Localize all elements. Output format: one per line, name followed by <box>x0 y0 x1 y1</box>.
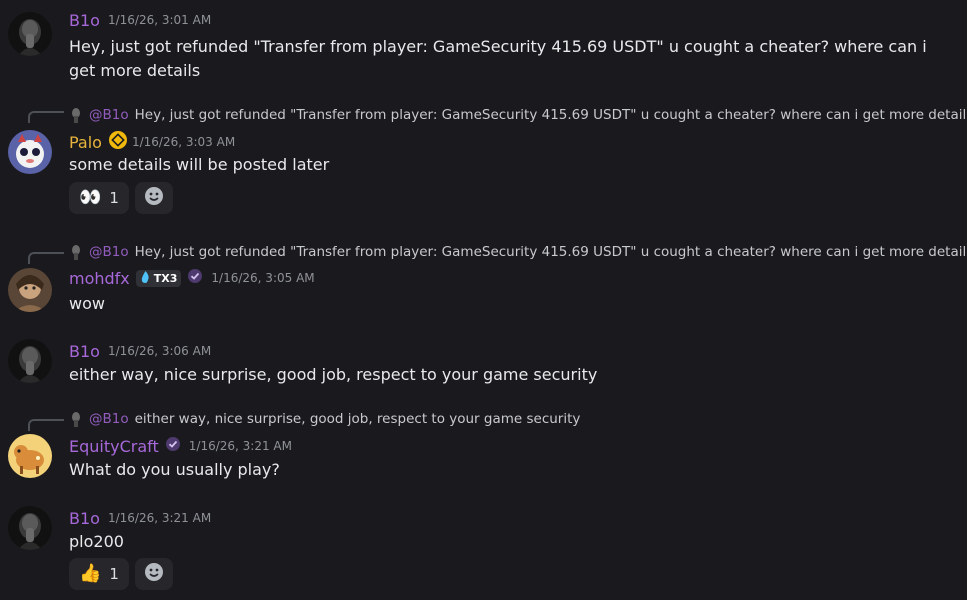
message-text: plo200 <box>69 532 124 551</box>
timestamp: 1/16/26, 3:21 AM <box>107 511 212 525</box>
message-text: wow <box>69 294 105 313</box>
reply-preview[interactable]: @B1o Hey, just got refunded "Transfer fr… <box>69 105 967 125</box>
username[interactable]: Palo <box>69 133 102 152</box>
add-reaction-button[interactable] <box>134 558 173 590</box>
avatar-equitycraft[interactable] <box>8 434 52 478</box>
eyes-icon: 👀 <box>79 187 102 208</box>
avatar-b1o[interactable] <box>8 12 52 56</box>
smiley-icon <box>144 186 164 210</box>
avatar-b1o[interactable] <box>8 339 52 383</box>
username[interactable]: B1o <box>69 11 100 30</box>
reply-connector <box>28 111 64 123</box>
username[interactable]: B1o <box>69 509 100 528</box>
message-text: some details will be posted later <box>69 155 330 174</box>
reply-avatar-icon <box>69 244 83 260</box>
thumbs-up-icon: 👍 <box>79 563 102 584</box>
reply-avatar-icon <box>69 107 83 123</box>
timestamp: 1/16/26, 3:01 AM <box>107 13 212 27</box>
timestamp: 1/16/26, 3:21 AM <box>188 439 292 453</box>
message-header: B1o 1/16/26, 3:06 AM <box>69 339 211 363</box>
chat-message-list: B1o 1/16/26, 3:01 AM Hey, just got refun… <box>0 0 967 600</box>
message-text: Hey, just got refunded "Transfer from pl… <box>69 37 927 80</box>
server-tag[interactable]: TX3 <box>135 269 182 287</box>
avatar-palo[interactable] <box>8 130 52 174</box>
reply-connector <box>28 252 64 264</box>
reaction-thumbs-up[interactable]: 👍 1 <box>69 558 129 590</box>
timestamp: 1/16/26, 3:05 AM <box>211 271 315 285</box>
message-text: What do you usually play? <box>69 460 280 479</box>
reaction-row: 👀 1 <box>69 182 173 214</box>
message-header: Palo 1/16/26, 3:03 AM <box>69 130 235 154</box>
reaction-eyes[interactable]: 👀 1 <box>69 182 129 214</box>
message-header: mohdfx TX3 1/16/26, 3:05 AM <box>69 266 315 290</box>
reply-text: either way, nice surprise, good job, res… <box>134 411 581 427</box>
avatar-b1o[interactable] <box>8 506 52 550</box>
add-reaction-button[interactable] <box>134 182 173 214</box>
server-tag-label: TX3 <box>153 271 178 285</box>
reaction-row: 👍 1 <box>69 558 173 590</box>
flame-icon <box>140 270 151 286</box>
verified-check-icon <box>165 436 181 456</box>
reply-preview[interactable]: @B1o either way, nice surprise, good job… <box>69 409 580 429</box>
avatar-mohdfx[interactable] <box>8 268 52 312</box>
reply-text: Hey, just got refunded "Transfer from pl… <box>134 107 967 123</box>
reply-preview[interactable]: @B1o Hey, just got refunded "Transfer fr… <box>69 242 967 262</box>
timestamp: 1/16/26, 3:06 AM <box>107 344 212 358</box>
username[interactable]: EquityCraft <box>69 437 159 456</box>
reaction-count: 1 <box>109 189 119 207</box>
verified-check-icon <box>187 268 203 288</box>
username[interactable]: mohdfx <box>69 269 130 288</box>
reaction-count: 1 <box>109 565 119 583</box>
reply-avatar-icon <box>69 411 83 427</box>
message-text: either way, nice surprise, good job, res… <box>69 365 598 384</box>
message-header: B1o 1/16/26, 3:01 AM <box>69 8 211 32</box>
coin-badge-icon <box>108 130 128 154</box>
message-header: EquityCraft 1/16/26, 3:21 AM <box>69 434 292 458</box>
reply-username[interactable]: @B1o <box>89 107 129 123</box>
reply-connector <box>28 419 64 431</box>
username[interactable]: B1o <box>69 342 100 361</box>
timestamp: 1/16/26, 3:03 AM <box>131 135 236 149</box>
smiley-icon <box>144 562 164 586</box>
reply-text: Hey, just got refunded "Transfer from pl… <box>134 244 967 260</box>
reply-username[interactable]: @B1o <box>89 411 129 427</box>
reply-username[interactable]: @B1o <box>89 244 129 260</box>
message-header: B1o 1/16/26, 3:21 AM <box>69 506 211 530</box>
